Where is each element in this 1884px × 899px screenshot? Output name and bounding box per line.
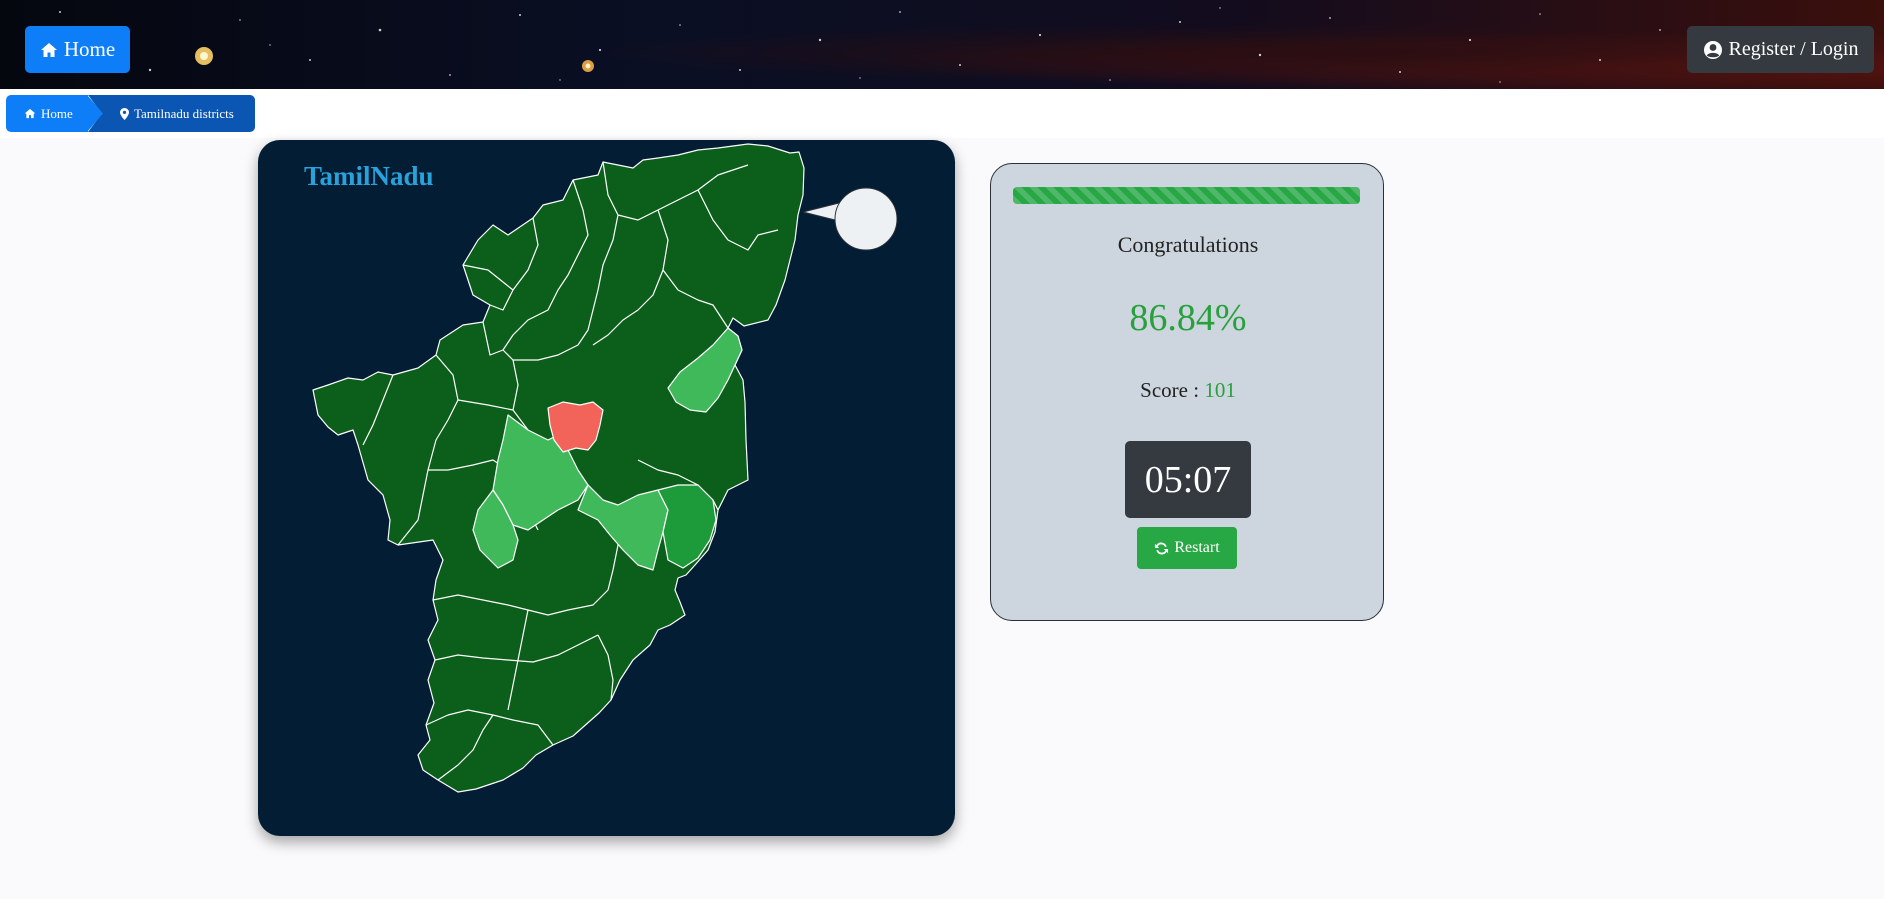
result-panel: Congratulations 86.84% Score : 101 05:07…	[990, 163, 1384, 621]
map-marker-icon	[120, 107, 129, 120]
tamilnadu-map	[312, 143, 898, 793]
home-button-label: Home	[63, 37, 116, 61]
register-login-button[interactable]: Register / Login	[1687, 26, 1874, 73]
breadcrumb-current: Tamilnadu districts	[88, 95, 255, 132]
breadcrumb-home-label: Home	[41, 105, 73, 121]
score-value: 101	[1204, 378, 1236, 402]
refresh-icon	[1155, 542, 1169, 554]
timer-display: 05:07	[1125, 441, 1251, 518]
district-correct-mid	[657, 484, 717, 569]
home-icon	[24, 108, 36, 119]
restart-button[interactable]: Restart	[1137, 527, 1237, 569]
home-icon	[40, 42, 57, 57]
result-message: Congratulations	[1117, 232, 1259, 257]
map-card: TamilNadu	[258, 140, 955, 836]
restart-label: Restart	[1174, 539, 1220, 556]
callout-bubble	[834, 187, 898, 251]
user-circle-icon	[1703, 40, 1722, 59]
breadcrumb-current-label: Tamilnadu districts	[134, 105, 234, 121]
result-percentage: 86.84%	[1129, 297, 1247, 339]
breadcrumb-home[interactable]: Home	[6, 95, 88, 132]
register-login-label: Register / Login	[1728, 38, 1859, 60]
home-button[interactable]: Home	[25, 26, 130, 73]
score-line: Score : 101	[991, 378, 1385, 403]
starfield-background	[59, 7, 1661, 83]
breadcrumb-bar	[0, 89, 1884, 138]
header-bar	[0, 0, 1884, 89]
progress-bar	[1013, 187, 1360, 204]
score-label: Score :	[1140, 378, 1200, 402]
